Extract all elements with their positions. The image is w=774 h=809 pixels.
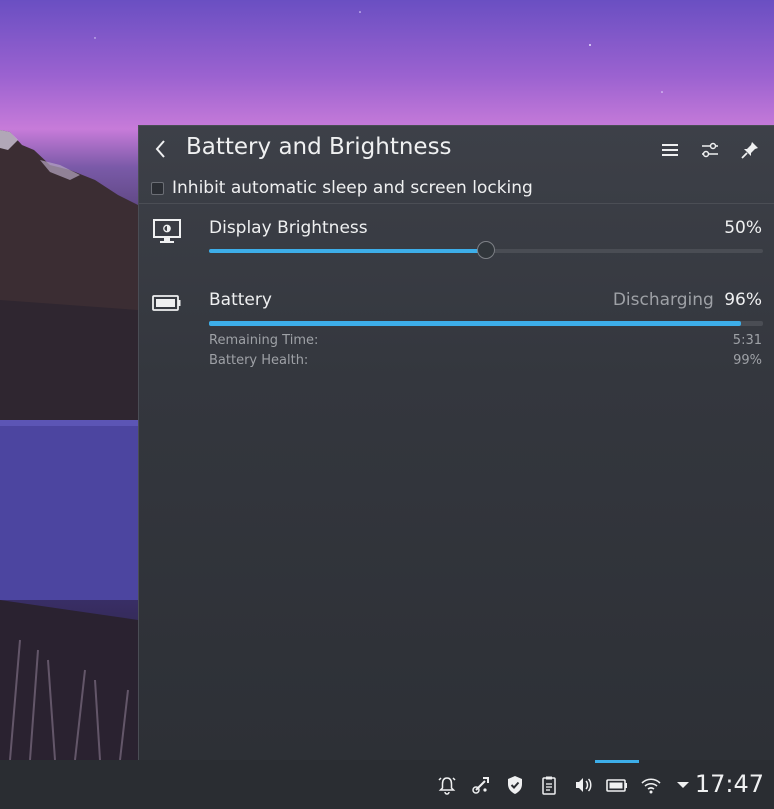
configure-button[interactable]: [698, 138, 722, 162]
divider: [139, 203, 774, 204]
brightness-slider[interactable]: [209, 241, 763, 259]
brightness-label: Display Brightness: [209, 218, 368, 238]
remaining-time-value: 5:31: [732, 333, 762, 348]
pin-icon: [741, 142, 758, 159]
brightness-slider-fill: [209, 249, 486, 253]
battery-brightness-popup: Battery and Brightness Inhibit automatic…: [138, 125, 774, 760]
battery-progress-fill: [209, 321, 741, 326]
back-button[interactable]: [149, 136, 173, 162]
inhibit-sleep-label: Inhibit automatic sleep and screen locki…: [172, 178, 533, 198]
battery-health-label: Battery Health:: [209, 353, 309, 368]
battery-progress-bar: [209, 321, 763, 326]
battery-label: Battery: [209, 290, 272, 310]
display-brightness-icon: [152, 218, 182, 246]
popup-title: Battery and Brightness: [186, 134, 452, 160]
wifi-icon[interactable]: [640, 774, 662, 796]
volume-icon[interactable]: [572, 774, 594, 796]
remaining-time-label: Remaining Time:: [209, 333, 319, 348]
battery-status: Discharging 96%: [613, 290, 762, 310]
back-arrow-icon: [155, 140, 165, 158]
battery-percent: 96%: [724, 290, 762, 310]
battery-tray-icon[interactable]: [606, 774, 628, 796]
clock[interactable]: 17:47: [695, 770, 764, 798]
battery-health-value: 99%: [733, 353, 762, 368]
clipboard-icon[interactable]: [538, 774, 560, 796]
expand-arrow-icon[interactable]: [672, 774, 694, 796]
popup-header: Battery and Brightness: [139, 126, 774, 174]
configure-icon: [702, 142, 718, 158]
brightness-slider-handle[interactable]: [477, 241, 495, 259]
menu-button[interactable]: [658, 138, 682, 162]
notifications-icon[interactable]: [436, 774, 458, 796]
brightness-value: 50%: [724, 218, 762, 238]
pin-button[interactable]: [738, 138, 762, 162]
taskbar: 17:47: [0, 760, 774, 809]
checkbox-box[interactable]: [151, 181, 164, 195]
kde-connect-icon[interactable]: [470, 774, 492, 796]
battery-state: Discharging: [612, 290, 714, 310]
inhibit-sleep-checkbox[interactable]: Inhibit automatic sleep and screen locki…: [151, 177, 533, 199]
battery-icon: [152, 293, 182, 313]
active-tray-indicator: [595, 760, 639, 763]
hamburger-menu-icon: [662, 144, 678, 156]
security-shield-icon[interactable]: [504, 774, 526, 796]
